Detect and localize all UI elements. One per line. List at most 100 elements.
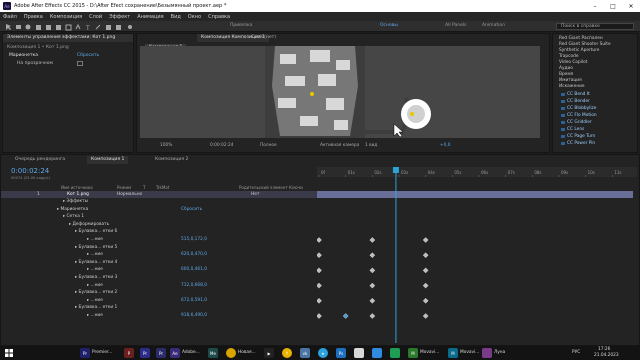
preset-item[interactable]: Аудио [559,66,573,71]
menu-file[interactable]: Файл [3,14,17,20]
app-taskbar-icon[interactable]: P [124,348,134,358]
property-row[interactable]: ▸ Булавка... етки 2 [1,289,317,296]
preset-item[interactable]: Имитация [559,78,582,83]
premiere-taskbar-icon[interactable]: Pr [80,348,90,358]
layer-parent[interactable]: Нет [251,192,259,197]
taskbar-item-movavi-2[interactable]: Movavi... [460,350,479,355]
preset-sub-item[interactable]: CC Griddler [561,120,592,125]
pr-taskbar-icon[interactable]: Pr [140,348,150,358]
zoom-dropdown[interactable]: 100% [160,143,172,148]
property-value[interactable]: 620,0,470,0 [181,252,207,257]
close-icon[interactable]: ✕ [622,3,640,10]
preset-item[interactable]: Video Copilot [559,60,587,65]
layer-mode[interactable]: Нормально [117,192,142,197]
property-label[interactable]: ▸ ...ние [87,313,103,318]
preset-sub-item[interactable]: CC Flo Motion [561,113,597,118]
property-row[interactable]: ▸ Булавка... етки 5 [1,244,317,251]
property-row[interactable]: ▸ ...ние 672,0,591,0 [1,297,317,304]
tray-language[interactable]: РУС [572,350,580,355]
tab-render-queue[interactable]: Очередь рендеринга [11,156,69,164]
luna-taskbar-icon[interactable] [482,348,492,358]
property-label[interactable]: ▸ ...ние [87,237,103,242]
property-label[interactable]: ▸ Булавка... етки 5 [75,245,117,250]
chrome-taskbar-icon[interactable] [226,348,236,358]
preset-sub-item[interactable]: CC Bender [561,99,590,104]
property-label[interactable]: ▸ ...ние [87,267,103,272]
property-value[interactable]: Сбросить [181,207,202,212]
resolution-dropdown[interactable]: Полное [260,143,277,148]
property-row[interactable]: ▸ Булавка... етки 6 [1,228,317,235]
ae-taskbar-icon[interactable]: Ae [170,348,180,358]
property-row[interactable]: ▸ Булавка... етки 4 [1,259,317,266]
taskbar-item-movavi-1[interactable]: Movavi... [420,350,439,355]
taskbar-item-new[interactable]: Новая... [238,350,256,355]
property-row[interactable]: ▸ Сетка 1 [1,213,317,220]
layer-name[interactable]: Кот 1.png [67,192,89,197]
property-label[interactable]: ▸ Марионетка [57,207,88,212]
clock-time[interactable]: 17:26 [598,347,610,352]
composition-canvas[interactable] [140,46,540,138]
workspace-all-panels[interactable]: All Panels [445,23,467,28]
media-taskbar-icon[interactable]: ▶ [264,348,274,358]
property-label[interactable]: ▸ Деформировать [69,222,109,227]
menu-effect[interactable]: Эффект [109,14,130,20]
property-label[interactable]: ▸ ...ние [87,298,103,303]
preset-sub-item[interactable]: CC Lens [560,127,584,132]
property-row[interactable]: ▸ ...ние 620,0,470,0 [1,251,317,258]
property-label[interactable]: ▸ Булавка... етки 3 [75,275,117,280]
tab-comp-2[interactable]: Композиция 2 [151,156,192,164]
menu-window[interactable]: Окно [188,14,201,20]
timeline-timecode[interactable]: 0:00:02:24 [11,167,49,175]
property-row[interactable]: ▸ ...ние 918,6,490,0 [1,312,317,319]
property-row[interactable]: ▸ Эффекты [1,198,317,205]
workspace-animation[interactable]: Animation [482,23,505,28]
preset-item[interactable]: Trapcode [559,54,578,59]
taskbar-item-luna[interactable]: Луна [494,350,505,355]
effect-name-puppet[interactable]: Марионетка [9,53,38,58]
property-value[interactable]: 672,0,591,0 [181,298,207,303]
property-label[interactable]: ▸ ...ние [87,283,103,288]
taskbar-item-premiere[interactable]: Premier... [92,350,112,355]
preset-item[interactable]: Synthetic Aperture [559,48,599,53]
help-search-input[interactable]: Поиск в справке [556,23,634,30]
camera-dropdown[interactable]: Активная камера [320,143,359,148]
tab-effect-controls[interactable]: Элементы управления эффектами: Кот 1.png [3,34,133,42]
windows-start-icon[interactable] [4,348,14,358]
preset-sub-item[interactable]: CC Bend It [561,92,590,97]
pr2-taskbar-icon[interactable]: Pr [156,348,166,358]
preset-item[interactable]: Искажение [559,84,585,89]
property-value[interactable]: 712,0,668,0 [181,283,207,288]
tab-layer[interactable]: Слой (нет) [247,34,280,42]
property-label[interactable]: ▸ Булавка... етки 6 [75,229,117,234]
property-label[interactable]: ▸ ...ние [87,252,103,257]
yandex-taskbar-icon[interactable]: Y [282,348,292,358]
app2-taskbar-icon[interactable] [390,348,400,358]
property-value[interactable]: 918,6,490,0 [181,313,207,318]
preset-sub-item[interactable]: CC Power Pin [560,141,595,146]
menu-animation[interactable]: Анимация [137,14,163,20]
property-row[interactable]: ▸ Деформировать [1,221,317,228]
effect-reset-link[interactable]: Сбросить [77,53,99,58]
property-row[interactable]: ▸ Булавка... етки 1 [1,304,317,311]
movavi-taskbar-icon[interactable]: M [408,348,418,358]
property-row[interactable]: ▸ ...ние 712,0,668,0 [1,282,317,289]
viewer-timecode[interactable]: 0:00:02:24 [210,143,233,148]
telegram-taskbar-icon[interactable]: ➤ [318,348,328,358]
store-taskbar-icon[interactable] [372,348,382,358]
preset-sub-item[interactable]: CC Page Turn [560,134,595,139]
clock-date[interactable]: 21.04.2023 [594,353,619,358]
property-value[interactable]: 515,0,172,0 [181,237,207,242]
property-label[interactable]: ▸ Сетка 1 [63,214,84,219]
param-checkbox[interactable] [77,61,83,66]
preset-item[interactable]: Red Giant Shooter Suite [559,42,611,47]
property-label[interactable]: ▸ Эффекты [63,199,88,204]
preset-sub-item[interactable]: CC Blobbylize [560,106,596,111]
menu-view[interactable]: Вид [171,14,181,20]
property-label[interactable]: ▸ Булавка... етки 1 [75,305,117,310]
property-row[interactable]: ▸ Марионетка Сбросить [1,206,317,213]
tool-icons[interactable]: T [4,23,164,31]
minimize-icon[interactable]: – [586,3,604,10]
timeline-graph[interactable]: 0f 01s 02s 03s 04s 05s 06s 07s 08s 09s 10s 11s [316,167,637,343]
menu-layer[interactable]: Слой [89,14,102,20]
views-dropdown[interactable]: 1 вид [365,143,377,148]
